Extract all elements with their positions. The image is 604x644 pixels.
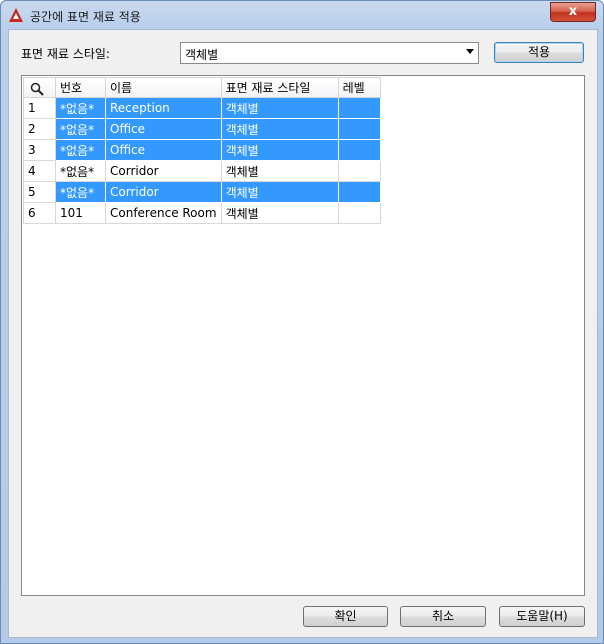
cell-name[interactable]: Office [105,118,222,140]
space-table: 번호 이름 표면 재료 스타일 레벨 1 *없음* Reception 객체별 [23,77,381,224]
cell-number[interactable]: *없음* [55,181,106,203]
table-row[interactable]: 1 *없음* Reception 객체별 [23,97,381,119]
apply-button[interactable]: 적용 [494,42,584,63]
autocad-app-icon [9,8,23,22]
row-index[interactable]: 1 [23,97,56,119]
cell-level[interactable] [337,139,381,161]
close-button[interactable]: x [550,2,596,22]
cell-style[interactable]: 객체별 [220,202,339,224]
table-header-row: 번호 이름 표면 재료 스타일 레벨 [23,77,381,98]
surface-style-label: 표면 재료 스타일: [21,47,110,61]
search-column-button[interactable] [23,77,56,98]
cell-number[interactable]: *없음* [55,118,106,140]
row-index[interactable]: 6 [23,202,56,224]
table-row[interactable]: 3 *없음* Office 객체별 [23,139,381,161]
title-bar[interactable]: 공간에 표면 재료 적용 x [1,1,603,28]
cell-style[interactable]: 객체별 [220,181,339,203]
row-index[interactable]: 2 [23,118,56,140]
cell-number[interactable]: 101 [55,202,106,224]
cell-level[interactable] [337,160,381,182]
cancel-button[interactable]: 취소 [400,606,486,627]
cell-level[interactable] [337,181,381,203]
cell-level[interactable] [337,97,381,119]
row-index[interactable]: 5 [23,181,56,203]
cell-level[interactable] [337,202,381,224]
dialog-title: 공간에 표면 재료 적용 [30,10,141,24]
cell-name[interactable]: Conference Room [105,202,222,224]
ok-button[interactable]: 확인 [303,606,388,627]
search-icon [30,82,44,96]
row-index[interactable]: 4 [23,160,56,182]
table-row[interactable]: 4 *없음* Corridor 객체별 [23,160,381,182]
dialog-body: 표면 재료 스타일: 객체별 적용 번호 이름 표면 재료 스타일 레벨 1 *… [8,29,598,638]
table-row[interactable]: 2 *없음* Office 객체별 [23,118,381,140]
dialog-window: 공간에 표면 재료 적용 x 표면 재료 스타일: 객체별 적용 번호 이름 표… [0,0,604,644]
cell-level[interactable] [337,118,381,140]
cell-number[interactable]: *없음* [55,97,106,119]
column-header-name[interactable]: 이름 [105,77,222,98]
chevron-down-icon [466,49,474,54]
column-header-level[interactable]: 레벨 [337,77,381,98]
table-row[interactable]: 5 *없음* Corridor 객체별 [23,181,381,203]
row-index[interactable]: 3 [23,139,56,161]
surface-style-dropdown[interactable]: 객체별 [180,42,479,64]
cell-name[interactable]: Corridor [105,160,222,182]
cell-name[interactable]: Office [105,139,222,161]
surface-style-value: 객체별 [185,48,219,62]
space-list[interactable]: 번호 이름 표면 재료 스타일 레벨 1 *없음* Reception 객체별 [21,75,585,596]
column-header-style[interactable]: 표면 재료 스타일 [220,77,339,98]
cell-number[interactable]: *없음* [55,139,106,161]
cell-number[interactable]: *없음* [55,160,106,182]
cell-style[interactable]: 객체별 [220,160,339,182]
cell-name[interactable]: Reception [105,97,222,119]
close-icon: x [568,4,578,19]
cell-style[interactable]: 객체별 [220,97,339,119]
cell-style[interactable]: 객체별 [220,118,339,140]
cell-name[interactable]: Corridor [105,181,222,203]
help-button[interactable]: 도움말(H) [499,606,585,627]
column-header-number[interactable]: 번호 [55,77,106,98]
table-row[interactable]: 6 101 Conference Room 객체별 [23,202,381,224]
cell-style[interactable]: 객체별 [220,139,339,161]
